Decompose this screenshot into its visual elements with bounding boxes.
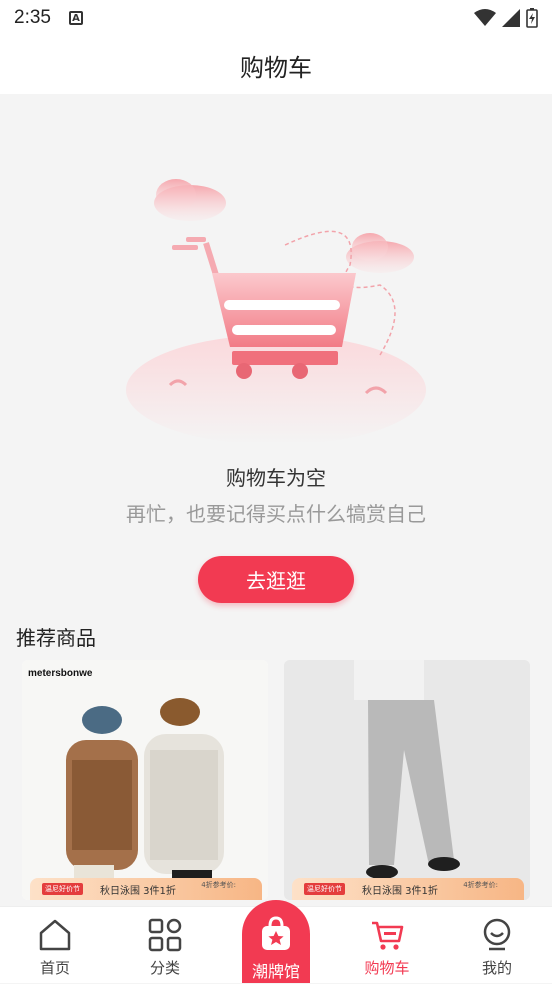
page-title: 购物车 bbox=[240, 53, 312, 82]
battery-icon bbox=[526, 8, 538, 28]
tab-trend-brand-hall[interactable]: 潮牌馆 bbox=[242, 900, 310, 983]
brand-label: metersbonwe bbox=[28, 668, 93, 679]
signal-icon bbox=[502, 9, 520, 27]
product-card[interactable]: 温尼好价节 秋日泳围 3件1折 4折参考价: bbox=[284, 660, 530, 900]
promo-text: 秋日泳围 3件1折 bbox=[100, 885, 176, 897]
status-bar: 2:35 A bbox=[0, 0, 552, 36]
cart-icon bbox=[372, 921, 404, 950]
tab-cart-label: 购物车 bbox=[364, 959, 410, 977]
recommend-title: 推荐商品 bbox=[16, 626, 96, 650]
cloud-right-icon bbox=[346, 233, 414, 273]
product-card[interactable]: metersbonwe 温尼好价节 秋日泳围 3件1折 4折参考价: bbox=[22, 660, 268, 900]
wifi-icon bbox=[474, 9, 496, 26]
notification-a-icon: A bbox=[68, 11, 83, 25]
product-image bbox=[22, 660, 268, 900]
tab-home[interactable]: 首页 bbox=[0, 907, 110, 984]
promo-reference-price: 4折参考价: bbox=[201, 881, 236, 889]
tab-home-label: 首页 bbox=[39, 959, 70, 977]
profile-icon bbox=[483, 918, 511, 951]
tab-cart[interactable]: 购物车 bbox=[332, 907, 442, 984]
shopping-bag-star-icon bbox=[262, 916, 290, 950]
promo-strip: 温尼好价节 秋日泳围 3件1折 4折参考价: bbox=[30, 878, 262, 900]
promo-strip: 温尼好价节 秋日泳围 3件1折 4折参考价: bbox=[292, 878, 524, 900]
tab-center-label: 潮牌馆 bbox=[251, 962, 300, 981]
promo-reference-price: 4折参考价: bbox=[463, 881, 498, 889]
promo-text: 秋日泳围 3件1折 bbox=[362, 885, 438, 897]
page-header: 购物车 bbox=[0, 36, 552, 94]
cloud-left-icon bbox=[154, 179, 226, 221]
home-icon bbox=[39, 919, 71, 951]
empty-cart-title: 购物车为空 bbox=[226, 466, 326, 490]
promo-tag: 温尼好价节 bbox=[304, 883, 345, 895]
status-time: 2:35 bbox=[14, 7, 51, 28]
empty-cart-illustration bbox=[126, 179, 426, 445]
tab-mine[interactable]: 我的 bbox=[442, 907, 552, 984]
category-grid-icon bbox=[148, 918, 182, 952]
go-shopping-button[interactable]: 去逛逛 bbox=[198, 556, 354, 603]
product-image bbox=[284, 660, 530, 900]
tab-category-label: 分类 bbox=[149, 959, 180, 977]
tab-mine-label: 我的 bbox=[481, 959, 512, 977]
promo-tag: 温尼好价节 bbox=[42, 883, 83, 895]
tab-category[interactable]: 分类 bbox=[110, 907, 220, 984]
empty-cart-subtitle: 再忙，也要记得买点什么犒赏自己 bbox=[126, 502, 426, 526]
